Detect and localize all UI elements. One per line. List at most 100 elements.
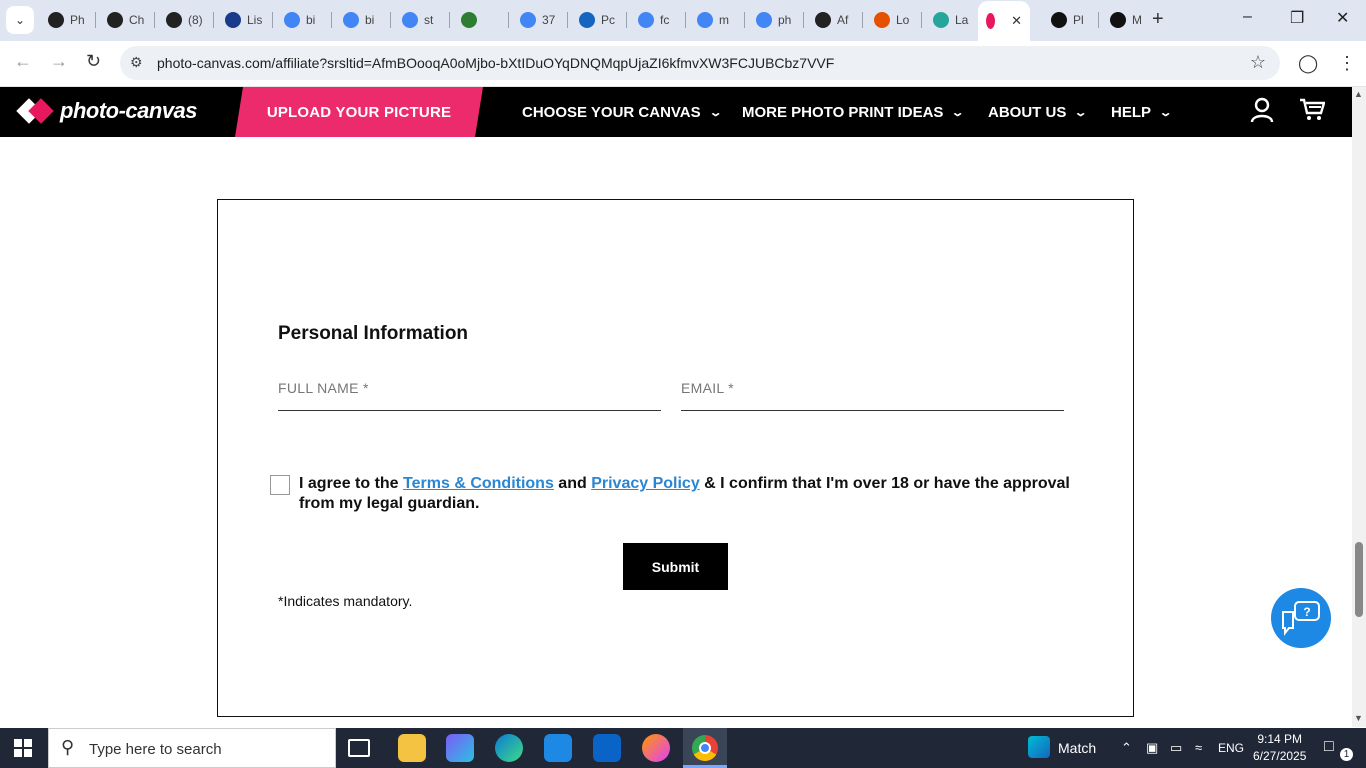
nav-more-photo-print-ideas[interactable]: MORE PHOTO PRINT IDEAS ⌄ [742,104,965,121]
language-indicator[interactable]: ENG [1218,741,1244,755]
mandatory-note: *Indicates mandatory. [278,593,413,609]
browser-tab[interactable]: bi [276,6,328,34]
submit-button[interactable]: Submit [623,543,728,590]
privacy-link[interactable]: Privacy Policy [591,475,700,492]
google-icon [343,12,359,28]
email-input[interactable] [681,373,1064,403]
tab-separator [803,12,804,28]
site-info-icon[interactable]: ⚙ [130,54,143,71]
nav-choose-canvas[interactable]: CHOOSE YOUR CANVAS ⌄ [522,104,722,121]
new-tab-button[interactable]: + [1152,8,1164,31]
match-widget-icon[interactable] [1028,736,1050,758]
browser-menu-icon[interactable]: ⋮ [1338,53,1356,74]
tab-separator [390,12,391,28]
page-scrollbar[interactable]: ▲ ▼ [1352,87,1366,727]
account-icon[interactable] [1250,97,1274,130]
browser-tab[interactable]: M [1102,6,1154,34]
agree-checkbox[interactable] [270,475,290,495]
close-tab-icon[interactable]: ✕ [1011,13,1022,29]
browser-tab[interactable]: La [925,6,977,34]
reload-icon[interactable]: ↻ [86,51,101,72]
tab-label: Ph [70,13,85,27]
full-name-field[interactable] [278,373,661,411]
google-icon [697,12,713,28]
google-icon [520,12,536,28]
forward-icon[interactable]: → [50,51,68,72]
tray-overflow-icon[interactable]: ⌃ [1121,740,1132,756]
nav-label: ABOUT US [988,104,1067,121]
tab-separator [154,12,155,28]
browser-tab[interactable]: Ph [40,6,92,34]
browser-tab[interactable]: m [689,6,741,34]
wifi-icon[interactable]: ≈ [1195,740,1202,755]
browser-tab[interactable]: Ch [99,6,151,34]
battery-icon[interactable]: ▭ [1170,740,1182,756]
tab-separator [921,12,922,28]
browser-tab[interactable]: ph [748,6,800,34]
bookmark-star-icon[interactable]: ☆ [1250,52,1266,73]
task-view-icon[interactable] [348,739,370,757]
edge-icon[interactable] [495,734,523,762]
chrome-icon [692,735,718,761]
address-bar[interactable]: ⚙ photo-canvas.com/affiliate?srsltid=Afm… [120,46,1280,80]
copilot-icon[interactable] [446,734,474,762]
minimize-icon[interactable]: – [1243,8,1252,26]
browser-tab[interactable]: Pc [571,6,623,34]
close-window-icon[interactable]: ✕ [1336,8,1349,28]
cart-icon[interactable] [1299,97,1326,128]
help-chat-button[interactable]: ? [1271,588,1331,648]
tab-label: (8) [188,13,203,27]
meet-icon[interactable]: ▣ [1146,740,1158,756]
notification-count-badge: 1 [1340,748,1353,761]
url-text[interactable]: photo-canvas.com/affiliate?srsltid=AfmBO… [157,55,834,71]
browser-tab[interactable]: Af [807,6,859,34]
back-icon[interactable]: ← [14,51,32,72]
tab-separator [272,12,273,28]
agree-prefix: I agree to the [299,475,404,492]
scroll-down-icon[interactable]: ▼ [1354,713,1363,723]
full-name-input[interactable] [278,373,661,403]
match-widget-label[interactable]: Match [1058,740,1096,756]
nav-about-us[interactable]: ABOUT US ⌄ [988,104,1088,121]
windows-start-icon[interactable] [14,739,32,757]
system-clock[interactable]: 9:14 PM 6/27/2025 [1253,731,1306,765]
site-header: photo-canvas UPLOAD YOUR PICTURE CHOOSE … [0,87,1352,137]
file-explorer-icon[interactable] [398,734,426,762]
clock-date: 6/27/2025 [1253,749,1307,763]
firefox-icon[interactable] [642,734,670,762]
profile-icon[interactable]: ◯ [1298,53,1318,74]
browser-tab[interactable]: bi [335,6,387,34]
openai-icon [107,12,123,28]
upload-picture-button[interactable]: UPLOAD YOUR PICTURE [235,87,483,137]
search-placeholder: Type here to search [89,741,222,758]
agreement-text: I agree to the Terms & Conditions and Pr… [299,474,1075,514]
tab-separator [685,12,686,28]
taskbar-search[interactable]: ⚲ Type here to search [48,728,336,768]
tab-label: M [1132,13,1142,27]
scroll-up-icon[interactable]: ▲ [1354,89,1363,99]
chat-help-icon: ? [1282,601,1320,636]
browser-tab-active[interactable]: ✕ [978,1,1030,41]
notifications-icon[interactable]: □ [1324,738,1334,756]
browser-tab[interactable] [453,6,505,34]
scrollbar-thumb[interactable] [1355,542,1363,617]
browser-tab[interactable]: 37 [512,6,564,34]
browser-tab[interactable]: Lo [866,6,918,34]
chrome-taskbar-button[interactable] [683,728,727,768]
chevron-down-icon: ⌄ [1158,107,1173,119]
browser-tab[interactable]: fc [630,6,682,34]
site-logo[interactable]: photo-canvas [16,97,198,125]
store-icon[interactable] [544,734,572,762]
tab-label: m [719,13,729,27]
tab-label: Af [837,13,849,27]
browser-tab[interactable]: st [394,6,446,34]
nav-help[interactable]: HELP ⌄ [1111,104,1173,121]
browser-tab[interactable]: Pl [1043,6,1095,34]
email-field[interactable] [681,373,1064,411]
terms-link[interactable]: Terms & Conditions [403,475,554,492]
browser-tab[interactable]: (8) [158,6,210,34]
restore-icon[interactable]: ❐ [1290,8,1304,28]
outlook-icon[interactable] [593,734,621,762]
browser-tab[interactable]: Lis [217,6,269,34]
tab-search-button[interactable]: ⌄ [6,6,34,34]
